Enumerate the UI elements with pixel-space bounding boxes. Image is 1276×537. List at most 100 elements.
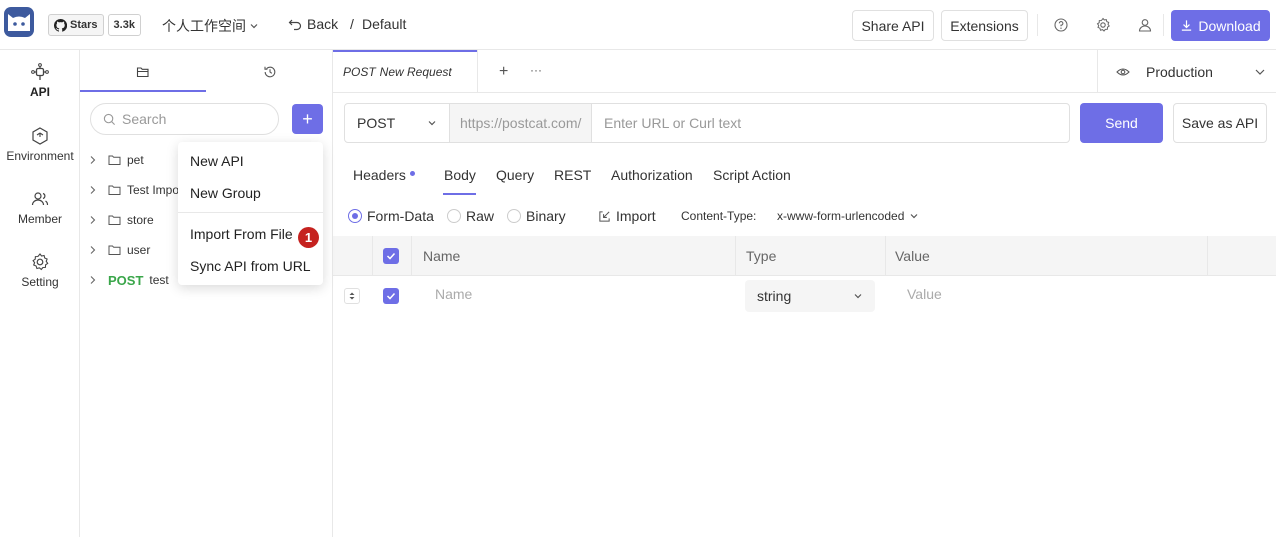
column-divider bbox=[735, 236, 736, 276]
chevron-right-icon bbox=[90, 276, 96, 284]
github-icon bbox=[54, 18, 67, 32]
send-button[interactable]: Send bbox=[1080, 103, 1163, 143]
menu-item-sync-api-from-url[interactable]: Sync API from URL bbox=[178, 252, 323, 280]
tab-history[interactable] bbox=[206, 50, 333, 93]
tab-headers[interactable]: Headers bbox=[353, 167, 415, 183]
extensions-button[interactable]: Extensions bbox=[941, 10, 1028, 41]
workspace-selector[interactable]: 个人工作空间 bbox=[162, 16, 259, 36]
stars-label: Stars bbox=[70, 19, 98, 31]
method-select[interactable]: POST bbox=[345, 104, 450, 142]
chevron-down-icon bbox=[428, 121, 436, 126]
search-input[interactable] bbox=[122, 111, 262, 127]
active-tab-indicator bbox=[443, 193, 476, 195]
modified-dot bbox=[409, 170, 415, 176]
import-button[interactable]: Import bbox=[598, 208, 656, 224]
url-prefix: https://postcat.com/ bbox=[450, 104, 592, 142]
back-label: Back bbox=[307, 16, 339, 32]
rail-label: API bbox=[29, 85, 50, 99]
param-type-value: string bbox=[757, 288, 792, 304]
param-type-select[interactable]: string bbox=[745, 280, 875, 312]
drag-handle[interactable] bbox=[344, 288, 360, 304]
tree-item-pet[interactable]: pet bbox=[88, 150, 144, 170]
chevron-down-icon bbox=[1255, 69, 1265, 75]
column-header-type: Type bbox=[746, 248, 777, 264]
menu-item-new-api[interactable]: New API bbox=[178, 147, 323, 175]
step-badge: 1 bbox=[298, 227, 319, 248]
row-checkbox[interactable] bbox=[383, 288, 399, 304]
tab-query[interactable]: Query bbox=[496, 167, 534, 183]
menu-item-new-group[interactable]: New Group bbox=[178, 179, 323, 207]
user-icon[interactable] bbox=[1137, 17, 1153, 33]
settings-icon[interactable] bbox=[1095, 17, 1111, 33]
tab-rest[interactable]: REST bbox=[554, 167, 591, 183]
table-header: Name Type Value bbox=[333, 236, 1276, 276]
method-tag: POST bbox=[108, 272, 144, 288]
radio-raw[interactable]: Raw bbox=[447, 208, 494, 224]
tree-item-post-test[interactable]: POST test bbox=[88, 270, 169, 290]
select-all-checkbox[interactable] bbox=[383, 248, 399, 264]
member-icon bbox=[31, 192, 49, 206]
radio-label: Raw bbox=[466, 208, 495, 224]
active-tab-indicator bbox=[80, 90, 206, 92]
chevron-down-icon bbox=[250, 24, 258, 29]
rail-item-member[interactable]: Member bbox=[0, 189, 80, 226]
back-button[interactable]: Back bbox=[288, 16, 338, 32]
check-icon bbox=[386, 252, 396, 260]
content-type-select[interactable]: x-www-form-urlencoded bbox=[777, 209, 919, 223]
chevron-right-icon bbox=[90, 216, 96, 224]
rail-item-api[interactable]: API bbox=[0, 62, 80, 99]
tree-item-user[interactable]: user bbox=[88, 240, 150, 260]
tab-authorization[interactable]: Authorization bbox=[611, 167, 693, 183]
tab-script-action[interactable]: Script Action bbox=[713, 167, 791, 183]
add-tab-button[interactable]: + bbox=[499, 63, 508, 81]
chevron-down-icon bbox=[854, 294, 862, 299]
url-input[interactable] bbox=[592, 104, 1069, 142]
download-button[interactable]: Download bbox=[1171, 10, 1270, 41]
tab-api-tree[interactable] bbox=[80, 50, 206, 93]
top-header: Stars 3.3k 个人工作空间 Back / Default Share A… bbox=[0, 0, 1276, 50]
github-stars[interactable]: Stars 3.3k bbox=[48, 14, 141, 36]
tree-item-test-import[interactable]: Test Impo bbox=[88, 180, 179, 200]
environment-name: Production bbox=[1146, 63, 1213, 80]
folder-icon bbox=[108, 155, 121, 165]
rail-item-environment[interactable]: Environment bbox=[0, 126, 80, 163]
column-divider bbox=[1207, 236, 1208, 276]
download-icon bbox=[1182, 20, 1192, 31]
tab-label: Headers bbox=[353, 167, 406, 183]
setting-icon bbox=[32, 253, 49, 271]
rail-item-setting[interactable]: Setting bbox=[0, 252, 80, 289]
tree-item-label: test bbox=[149, 273, 169, 287]
environment-icon bbox=[32, 127, 48, 145]
share-api-button[interactable]: Share API bbox=[852, 10, 934, 41]
table-row: string bbox=[333, 276, 1276, 316]
radio-form-data[interactable]: Form-Data bbox=[348, 208, 434, 224]
save-as-api-button[interactable]: Save as API bbox=[1173, 103, 1267, 143]
search-box bbox=[90, 103, 279, 135]
method-value: POST bbox=[357, 115, 396, 131]
param-name-input[interactable] bbox=[435, 286, 715, 302]
tree-item-store[interactable]: store bbox=[88, 210, 154, 230]
radio-label: Form-Data bbox=[367, 208, 434, 224]
tab-new-request[interactable]: POST New Request bbox=[333, 50, 478, 93]
folder-icon bbox=[108, 185, 121, 195]
help-icon[interactable] bbox=[1053, 17, 1069, 33]
import-label: Import bbox=[616, 208, 656, 224]
radio-circle bbox=[507, 209, 521, 223]
postcat-logo[interactable] bbox=[4, 7, 34, 37]
divider bbox=[1163, 14, 1164, 36]
environment-selector[interactable]: Production bbox=[1097, 50, 1276, 93]
column-divider bbox=[885, 236, 886, 276]
param-value-input[interactable] bbox=[907, 286, 1187, 302]
folder-icon bbox=[108, 215, 121, 225]
add-button[interactable]: + bbox=[292, 104, 323, 134]
radio-binary[interactable]: Binary bbox=[507, 208, 566, 224]
tree-item-label: user bbox=[127, 243, 151, 257]
check-icon bbox=[386, 292, 396, 300]
undo-icon bbox=[288, 19, 302, 31]
stars-count: 3.3k bbox=[107, 14, 141, 36]
chevron-down-icon bbox=[910, 214, 918, 219]
breadcrumb[interactable]: Default bbox=[362, 16, 406, 32]
eye-icon[interactable] bbox=[1116, 65, 1130, 79]
tab-body[interactable]: Body bbox=[444, 167, 476, 183]
more-tabs-button[interactable]: ··· bbox=[530, 63, 542, 77]
